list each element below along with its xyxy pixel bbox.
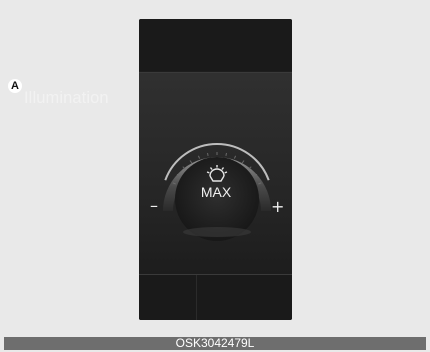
callout-marker-a: A [8,79,22,93]
gauge-tick [241,160,245,164]
gauge-tick [233,155,237,159]
figure-code-bar: OSK3042479L [4,337,426,350]
figure-code: OSK3042479L [175,336,255,350]
gauge-tick [225,152,227,157]
gauge-tick [207,152,209,157]
page-title: Illumination [24,89,109,107]
gauge-tick [189,160,193,164]
gauge-tick [197,155,201,159]
gauge-glow [183,227,251,237]
illumination-gauge [163,142,271,241]
gauge-value-label: MAX [200,184,232,200]
increase-button[interactable]: + [271,197,284,216]
decrease-button[interactable]: – [150,196,158,215]
